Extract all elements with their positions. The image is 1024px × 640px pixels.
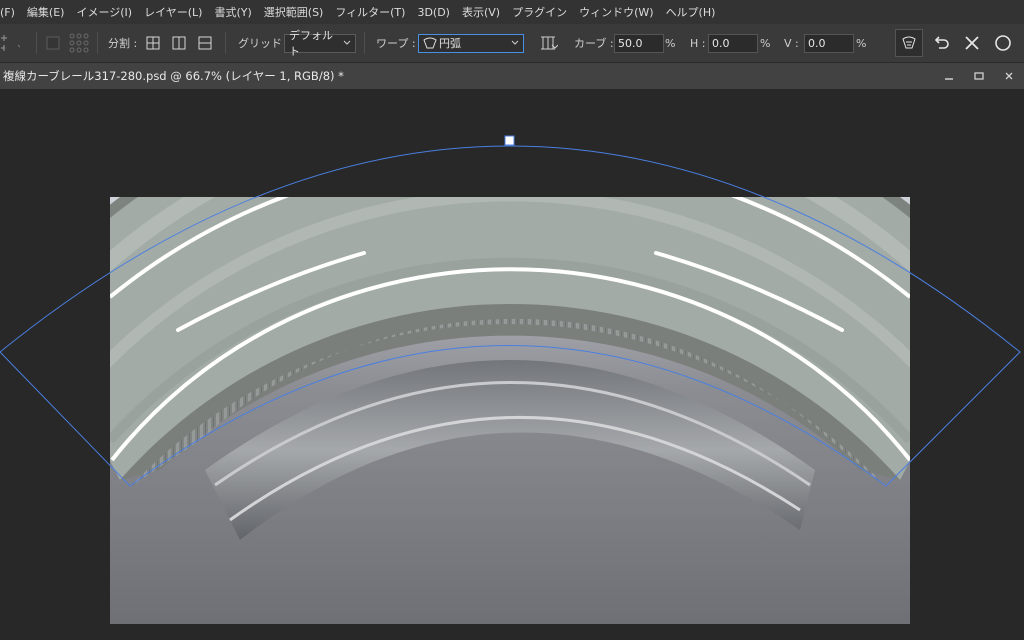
commit-transform-icon[interactable] <box>994 24 1012 62</box>
menu-layer[interactable]: レイヤー(L) <box>138 4 208 20</box>
h-label: H : <box>690 36 706 50</box>
document-title: 複線カーブレール317-280.psd @ 66.7% (レイヤー 1, RGB… <box>3 69 344 83</box>
restore-icon <box>974 72 984 80</box>
menu-filter[interactable]: フィルター(T) <box>329 4 411 20</box>
grid-value: デフォルト <box>289 29 333 58</box>
image-layer <box>110 197 910 624</box>
reference-point-checkbox[interactable] <box>46 24 60 62</box>
warp-value: 円弧 <box>439 37 461 50</box>
h-unit: % <box>760 36 771 50</box>
grid-label: グリッド : <box>238 37 290 50</box>
close-document-button[interactable] <box>994 63 1024 89</box>
curve-label: カーブ : <box>574 37 614 50</box>
reference-point-grid-icon[interactable] <box>68 24 90 62</box>
menu-bar: (F) 編集(E) イメージ(I) レイヤー(L) 書式(Y) 選択範囲(S) … <box>0 0 1024 24</box>
v-unit: % <box>856 36 867 50</box>
canvas-area[interactable] <box>0 89 1024 640</box>
menu-image[interactable]: イメージ(I) <box>70 4 138 20</box>
split-vertical-icon[interactable] <box>170 24 188 62</box>
change-warp-orientation-icon[interactable] <box>538 24 558 62</box>
restore-button[interactable] <box>964 63 994 89</box>
cancel-transform-icon[interactable] <box>963 24 981 62</box>
menu-3d[interactable]: 3D(D) <box>411 6 456 19</box>
split-cross-icon[interactable] <box>144 24 162 62</box>
puppet-warp-button[interactable] <box>895 24 923 62</box>
menu-help[interactable]: ヘルプ(H) <box>660 4 722 20</box>
menu-edit[interactable]: 編集(E) <box>21 4 71 20</box>
warp-mode-icon <box>902 36 916 49</box>
menu-window[interactable]: ウィンドウ(W) <box>573 4 659 20</box>
transform-tool-icon[interactable] <box>0 24 20 62</box>
split-horizontal-icon[interactable] <box>196 24 214 62</box>
document-tab[interactable]: 複線カーブレール317-280.psd @ 66.7% (レイヤー 1, RGB… <box>0 63 1024 89</box>
arc-warp-icon <box>423 37 437 49</box>
v-bend-input[interactable]: 0.0 <box>804 33 854 53</box>
curve-input[interactable]: 50.0 <box>614 33 664 53</box>
v-label: V : <box>784 36 799 50</box>
warp-handle[interactable] <box>504 135 515 146</box>
minimize-button[interactable] <box>934 63 964 89</box>
menu-type[interactable]: 書式(Y) <box>208 4 257 20</box>
split-label: 分割 : <box>108 37 138 50</box>
chevron-down-icon <box>511 40 519 45</box>
undo-icon[interactable] <box>932 24 950 62</box>
document-canvas[interactable] <box>0 89 1024 640</box>
chevron-down-icon <box>343 40 351 45</box>
curve-unit: % <box>665 36 676 50</box>
menu-view[interactable]: 表示(V) <box>456 4 506 20</box>
close-icon <box>1005 72 1013 80</box>
options-bar: 分割 : グリッド : デフォルト ワープ : 円弧 カーブ : 50.0 % … <box>0 24 1024 63</box>
menu-select[interactable]: 選択範囲(S) <box>258 4 330 20</box>
minimize-icon <box>945 78 953 80</box>
menu-plugins[interactable]: プラグイン <box>506 4 573 20</box>
h-bend-input[interactable]: 0.0 <box>708 33 758 53</box>
warp-label: ワープ : <box>376 37 416 50</box>
grid-dropdown[interactable]: デフォルト <box>284 29 356 58</box>
menu-file[interactable]: (F) <box>0 6 21 19</box>
warp-style-dropdown[interactable]: 円弧 <box>418 33 524 53</box>
